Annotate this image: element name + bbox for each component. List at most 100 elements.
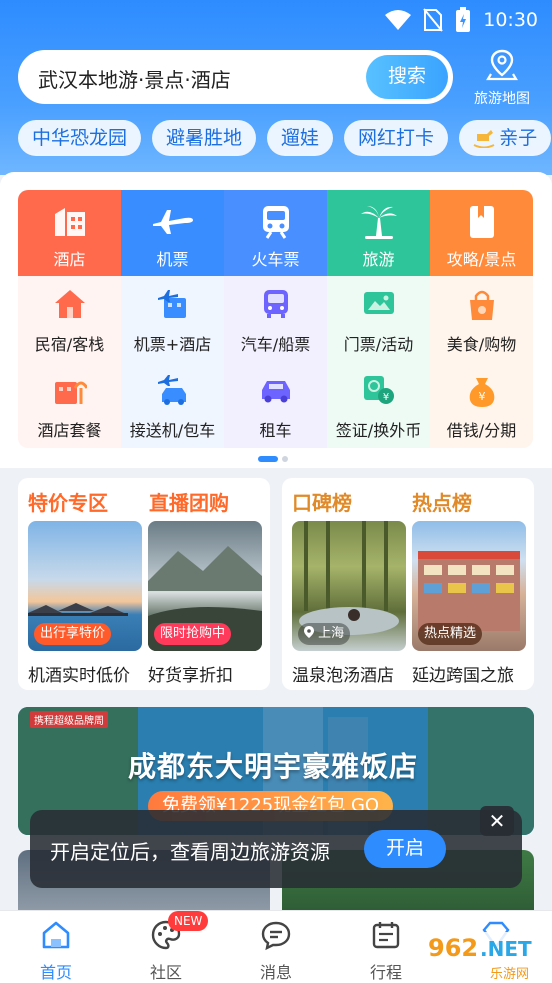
- tab-home[interactable]: 首页: [16, 911, 96, 983]
- hot-spring-image[interactable]: 上海: [292, 521, 406, 651]
- service-label: 接送机/包车: [129, 421, 216, 440]
- home-icon: [42, 921, 70, 949]
- search-bar[interactable]: 武汉本地游·景点·酒店 搜索: [18, 50, 453, 104]
- search-button[interactable]: 搜索: [366, 55, 448, 99]
- promo-title-reputation[interactable]: 口碑榜: [292, 487, 352, 516]
- service-food-shopping[interactable]: 美食/购物: [430, 276, 533, 362]
- promo-title-special[interactable]: 特价专区: [28, 487, 108, 516]
- banner-title: 成都东大明宇豪雅饭店: [128, 750, 419, 783]
- travel-map-button[interactable]: 旅游地图: [462, 48, 542, 108]
- tag-label: 遛娃: [281, 127, 320, 149]
- tab-label: 社区: [149, 963, 182, 982]
- promo-card-rankings: 口碑榜 热点榜 上海 热点精选 温泉泡汤酒店 延边跨国之旅: [282, 478, 534, 690]
- service-label: 火车票: [251, 250, 300, 269]
- location-badge: 上海: [298, 623, 351, 645]
- promo-title-live[interactable]: 直播团购: [149, 487, 229, 516]
- service-label: 门票/活动: [343, 335, 414, 354]
- page-indicator: [258, 456, 288, 462]
- status-time: 10:30: [483, 9, 538, 31]
- train-icon: [262, 206, 289, 239]
- tab-label: 首页: [39, 963, 72, 982]
- svg-text:.NET: .NET: [480, 937, 532, 961]
- plane-hotel-icon: [157, 290, 186, 318]
- house-icon: [54, 290, 85, 318]
- rocking-horse-icon: [473, 130, 495, 148]
- money-bag-icon: ¥: [469, 378, 494, 407]
- battery-charging-icon: [456, 7, 471, 32]
- search-input[interactable]: 武汉本地游·景点·酒店: [38, 64, 231, 93]
- car-transfer-icon: [157, 375, 186, 405]
- shopping-bag-icon: [469, 290, 494, 320]
- service-label: 酒店套餐: [37, 421, 102, 440]
- guide-book-icon: [469, 206, 494, 238]
- tag-item[interactable]: 网红打卡: [344, 120, 449, 156]
- promo-caption[interactable]: 延边跨国之旅: [412, 661, 514, 686]
- service-label: 美食/购物: [446, 335, 517, 354]
- service-hotel-package[interactable]: 酒店套餐: [18, 362, 121, 448]
- service-loan-installment[interactable]: ¥ 借钱/分期: [430, 362, 533, 448]
- tag-item[interactable]: 亲子: [459, 120, 552, 156]
- svg-text:962: 962: [428, 934, 478, 962]
- palm-icon: [360, 206, 397, 239]
- toast-message: 开启定位后，查看周边旅游资源: [50, 840, 330, 864]
- service-bus-ferry[interactable]: 汽车/船票: [224, 276, 327, 362]
- status-bar: 10:30: [385, 6, 538, 34]
- promo-badge: 出行享特价: [34, 623, 112, 645]
- tab-messages[interactable]: 消息: [236, 911, 316, 983]
- tag-item[interactable]: 中华恐龙园: [18, 120, 142, 156]
- hot-tags: 中华恐龙园 避暑胜地 遛娃 网红打卡 亲子: [18, 120, 552, 156]
- service-flight-hotel[interactable]: 机票+酒店: [121, 276, 224, 362]
- service-guide[interactable]: 攻略/景点: [430, 190, 533, 276]
- tab-itinerary[interactable]: 行程: [346, 911, 426, 983]
- travel-map-label: 旅游地图: [474, 91, 530, 107]
- tag-item[interactable]: 避暑胜地: [152, 120, 257, 156]
- service-tickets[interactable]: 门票/活动: [327, 276, 430, 362]
- promo-badge: 热点精选: [418, 623, 483, 645]
- bus-icon: [263, 290, 288, 318]
- service-label: 民宿/客栈: [34, 335, 105, 354]
- hot-topic-image[interactable]: 热点精选: [412, 521, 526, 651]
- car-icon: [261, 381, 290, 403]
- plane-icon: [152, 210, 193, 234]
- close-icon[interactable]: ✕: [480, 806, 514, 836]
- service-flight[interactable]: 机票: [121, 190, 224, 276]
- watermark-logo: 962 .NET 乐游网: [418, 928, 550, 983]
- service-label: 租车: [259, 421, 292, 440]
- live-image[interactable]: 限时抢购中: [148, 521, 262, 651]
- service-hotel[interactable]: 酒店: [18, 190, 121, 276]
- promo-caption[interactable]: 好货享折扣: [148, 661, 233, 686]
- service-label: 借钱/分期: [446, 421, 517, 440]
- visa-currency-icon: ¥: [363, 376, 394, 404]
- promo-caption[interactable]: 温泉泡汤酒店: [292, 661, 394, 686]
- page-dot-active: [258, 456, 278, 462]
- tag-label: 中华恐龙园: [32, 127, 128, 149]
- deal-image[interactable]: 出行享特价: [28, 521, 142, 651]
- tag-item[interactable]: 遛娃: [267, 120, 334, 156]
- service-label: 机票+酒店: [133, 335, 212, 354]
- service-airport-transfer[interactable]: 接送机/包车: [121, 362, 224, 448]
- service-label: 机票: [156, 250, 189, 269]
- service-panel: 酒店 机票 火车票 旅游 攻略/景点 民宿/客栈 机票+酒店 汽车/船票 门票/…: [0, 172, 552, 468]
- svg-text:¥: ¥: [478, 390, 485, 403]
- tab-label: 行程: [369, 963, 402, 982]
- service-grid: 酒店 机票 火车票 旅游 攻略/景点 民宿/客栈 机票+酒店 汽车/船票 门票/…: [18, 190, 533, 448]
- promo-badge: 限时抢购中: [154, 623, 232, 645]
- promo-title-hot[interactable]: 热点榜: [412, 487, 472, 516]
- service-label: 旅游: [362, 250, 395, 269]
- hotel-package-icon: [54, 381, 87, 404]
- banner-brand-logo: 携程超级品牌周: [30, 711, 108, 728]
- service-homestay[interactable]: 民宿/客栈: [18, 276, 121, 362]
- location-pin-icon: [304, 626, 314, 638]
- service-label: 汽车/船票: [240, 335, 311, 354]
- wifi-icon: [385, 10, 412, 30]
- promo-card-deals: 特价专区 直播团购 出行享特价 限时抢购中 机酒实时低价 好货享折扣: [18, 478, 270, 690]
- enable-location-button[interactable]: 开启: [364, 830, 446, 868]
- service-train[interactable]: 火车票: [224, 190, 327, 276]
- tab-community[interactable]: NEW 社区: [126, 911, 209, 983]
- service-car-rental[interactable]: 租车: [224, 362, 327, 448]
- header: 10:30 武汉本地游·景点·酒店 搜索 旅游地图 中华恐龙园 避暑胜地 遛娃 …: [0, 0, 552, 175]
- location-toast: 开启定位后，查看周边旅游资源 开启 ✕: [30, 806, 522, 888]
- promo-caption[interactable]: 机酒实时低价: [28, 661, 130, 686]
- service-visa-currency[interactable]: ¥ 签证/换外币: [327, 362, 430, 448]
- service-travel[interactable]: 旅游: [327, 190, 430, 276]
